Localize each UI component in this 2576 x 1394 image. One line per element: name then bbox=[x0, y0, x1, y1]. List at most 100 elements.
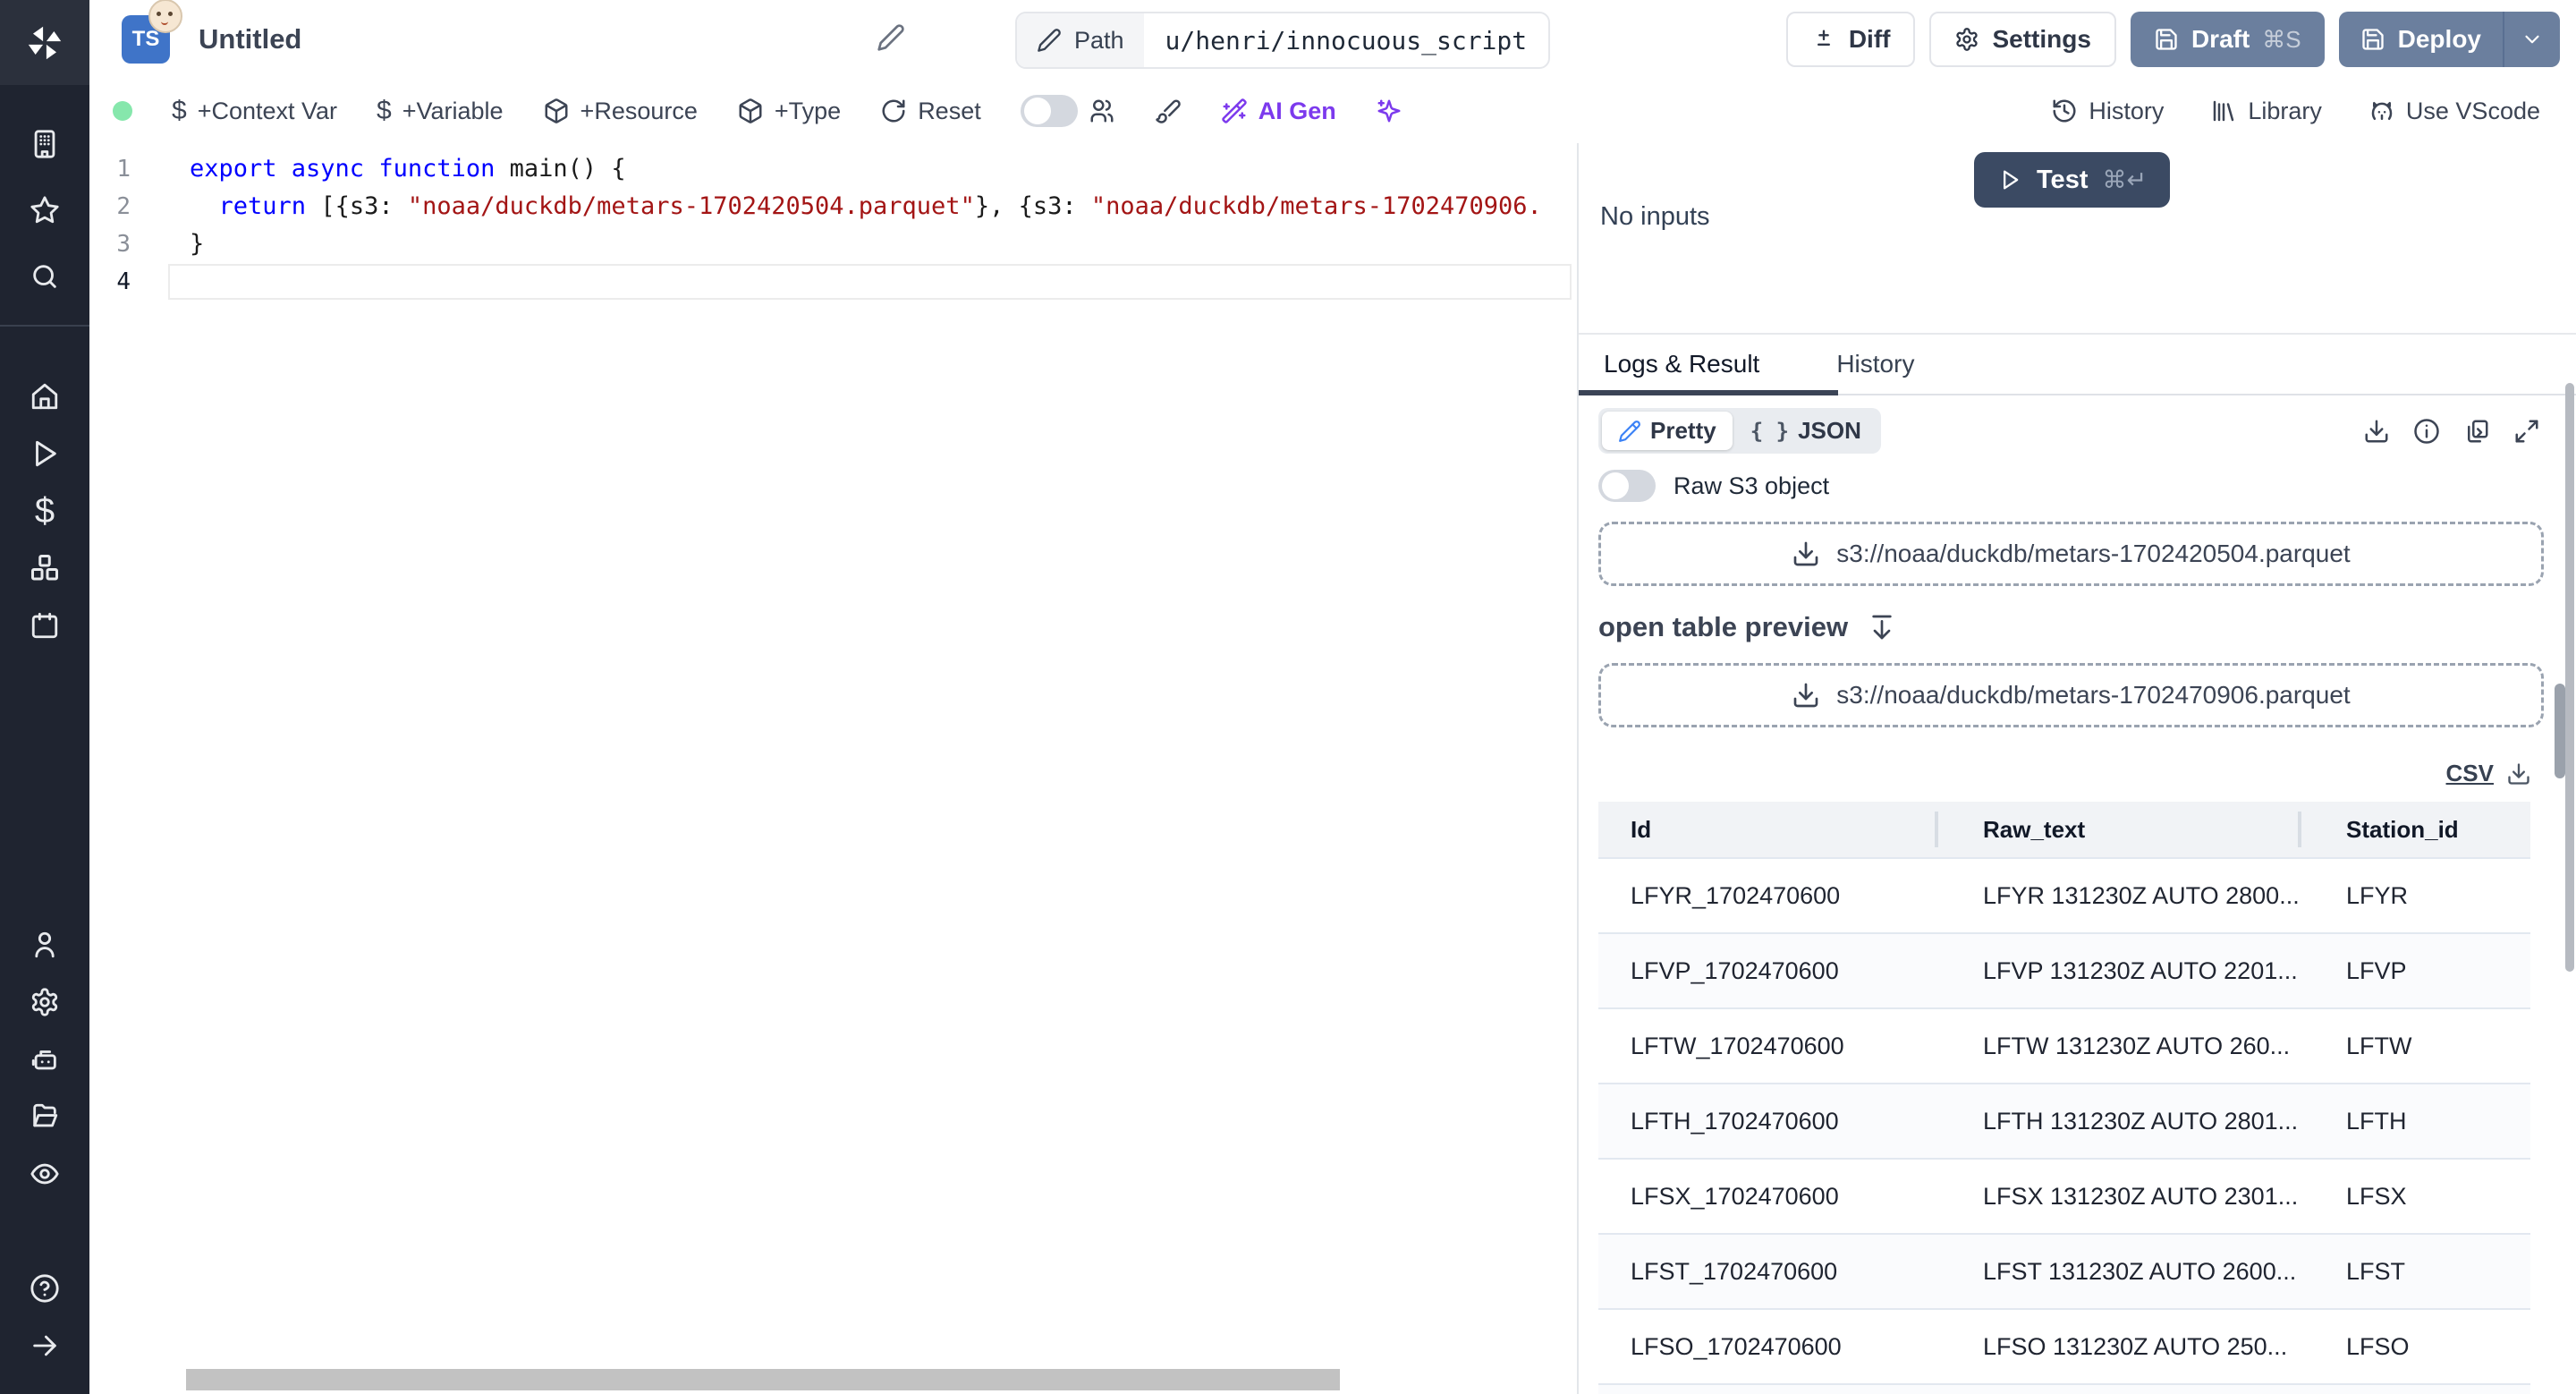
table-row[interactable]: LFVP_1702470600 LFVP 131230Z AUTO 2201...… bbox=[1598, 932, 2530, 1008]
download-icon bbox=[1793, 541, 1818, 566]
brush-icon bbox=[1155, 99, 1181, 123]
reset-button[interactable]: Reset bbox=[880, 98, 981, 125]
open-table-preview-button[interactable]: open table preview bbox=[1598, 611, 2544, 643]
code-line[interactable]: 3} bbox=[89, 225, 1577, 263]
home-icon[interactable] bbox=[0, 368, 89, 425]
editor-horizontal-scrollbar[interactable] bbox=[186, 1369, 1340, 1390]
fullscreen-icon[interactable] bbox=[2513, 418, 2540, 445]
sparkles-icon bbox=[1377, 99, 1401, 123]
search-icon[interactable] bbox=[0, 248, 89, 305]
add-variable-button[interactable]: $ +Variable bbox=[377, 96, 504, 126]
favorites-icon[interactable] bbox=[0, 182, 89, 239]
settings-gear-icon[interactable] bbox=[0, 973, 89, 1031]
result-table-body: LFYR_1702470600 LFYR 131230Z AUTO 2800...… bbox=[1598, 857, 2530, 1394]
workers-bot-icon[interactable] bbox=[0, 1031, 89, 1088]
diff-button[interactable]: Diff bbox=[1785, 12, 1916, 67]
table-row[interactable]: LFSO_1702470600 LFSO 131230Z AUTO 250... L… bbox=[1598, 1308, 2530, 1384]
download-icon bbox=[1793, 683, 1818, 708]
windmill-logo[interactable] bbox=[0, 0, 89, 85]
history-button[interactable]: History bbox=[2051, 98, 2164, 125]
folders-icon[interactable] bbox=[0, 1088, 89, 1145]
test-shortcut: ⌘↵ bbox=[2102, 166, 2148, 193]
pen-icon bbox=[1619, 420, 1640, 442]
table-row[interactable]: LFYR_1702470600 LFYR 131230Z AUTO 2800...… bbox=[1598, 857, 2530, 933]
table-row[interactable]: LFTW_1702470600 LFTW 131230Z AUTO 260... L… bbox=[1598, 1007, 2530, 1084]
library-icon bbox=[2214, 100, 2234, 122]
table-row[interactable]: LFST_1702470600 LFST 131230Z AUTO 2600...… bbox=[1598, 1233, 2530, 1309]
info-icon[interactable] bbox=[2413, 418, 2440, 445]
windmill-script-editor: $ TS Untitled Path u/henri/innocuous_scr… bbox=[0, 0, 2576, 1394]
diff-icon bbox=[1817, 30, 1830, 46]
path-label: Path bbox=[1074, 26, 1124, 54]
line-number: 1 bbox=[116, 156, 131, 183]
raw-s3-toggle[interactable] bbox=[1598, 470, 1656, 502]
edit-summary-pencil-icon[interactable] bbox=[877, 23, 905, 52]
deploy-button-group: Deploy bbox=[2338, 12, 2560, 67]
reset-icon bbox=[882, 99, 905, 123]
table-header-row: Id Raw_text Station_id bbox=[1598, 802, 2530, 858]
pretty-json-segmented-control: Pretty { } JSON bbox=[1598, 408, 1881, 454]
help-icon[interactable] bbox=[0, 1260, 89, 1317]
edit-path-pencil-icon bbox=[1038, 29, 1061, 52]
pretty-option[interactable]: Pretty bbox=[1602, 412, 1733, 450]
draft-button[interactable]: Draft ⌘S bbox=[2130, 12, 2325, 67]
tab-logs-result[interactable]: Logs & Result bbox=[1579, 335, 1839, 395]
logs-result-content: Pretty { } JSON Raw S3 object s3://noaa/… bbox=[1579, 395, 2563, 1394]
ai-gen-button[interactable]: AI Gen bbox=[1221, 98, 1336, 125]
audit-eye-icon[interactable] bbox=[0, 1145, 89, 1203]
deploy-button[interactable]: Deploy bbox=[2339, 12, 2503, 67]
draft-shortcut: ⌘S bbox=[2262, 25, 2301, 53]
resources-icon[interactable] bbox=[0, 540, 89, 597]
s3-file-download-1[interactable]: s3://noaa/duckdb/metars-1702420504.parqu… bbox=[1598, 522, 2544, 586]
add-resource-button[interactable]: +Resource bbox=[543, 98, 698, 125]
column-header-raw-text[interactable]: Raw_text bbox=[1935, 802, 2314, 858]
json-option[interactable]: { } JSON bbox=[1734, 412, 1877, 450]
add-context-var-button[interactable]: $ +Context Var bbox=[172, 96, 337, 126]
code-line[interactable]: 2 return [{s3: "noaa/duckdb/metars-17024… bbox=[89, 188, 1577, 225]
run-panel: Test ⌘↵ No inputs Logs & Result History … bbox=[1577, 143, 2576, 1394]
download-result-icon[interactable] bbox=[2363, 418, 2390, 445]
library-button[interactable]: Library bbox=[2210, 98, 2322, 125]
runs-icon[interactable] bbox=[0, 425, 89, 482]
play-icon bbox=[2004, 170, 2019, 190]
tab-history[interactable]: History bbox=[1811, 335, 1939, 394]
s3-file-download-2[interactable]: s3://noaa/duckdb/metars-1702470906.parqu… bbox=[1598, 663, 2544, 727]
sparkles-icon-button[interactable] bbox=[1376, 98, 1402, 124]
user-icon[interactable] bbox=[0, 916, 89, 973]
status-dot bbox=[113, 101, 132, 121]
test-button[interactable]: Test ⌘↵ bbox=[1974, 152, 2171, 208]
column-header-station-id[interactable]: Station_id bbox=[2298, 802, 2530, 858]
vscode-icon bbox=[2371, 102, 2393, 120]
table-row[interactable]: LFTH_1702470600 LFTH 131230Z AUTO 2801...… bbox=[1598, 1083, 2530, 1159]
deploy-dropdown-button[interactable] bbox=[2504, 12, 2560, 67]
expand-sidebar-icon[interactable] bbox=[0, 1317, 89, 1374]
multiplayer-toggle[interactable] bbox=[1020, 95, 1115, 127]
add-type-button[interactable]: +Type bbox=[737, 98, 841, 125]
variables-icon[interactable]: $ bbox=[0, 482, 89, 540]
table-row[interactable]: LFSX_1702470600 LFSX 131230Z AUTO 2301...… bbox=[1598, 1158, 2530, 1234]
path-field[interactable]: Path u/henri/innocuous_script bbox=[1015, 12, 1551, 69]
table-scrollbar[interactable] bbox=[2555, 684, 2565, 778]
magic-wand-icon bbox=[1222, 98, 1247, 123]
column-header-id[interactable]: Id bbox=[1598, 802, 1951, 858]
no-inputs-text: No inputs bbox=[1600, 202, 1710, 231]
panel-scrollbar[interactable] bbox=[2565, 383, 2574, 972]
code-line[interactable]: 1 export async function main() { bbox=[89, 150, 1577, 188]
copy-icon[interactable] bbox=[2463, 418, 2490, 445]
typescript-badge: TS bbox=[122, 0, 182, 64]
code-line[interactable]: 4 bbox=[89, 263, 1577, 301]
workspace-icon[interactable] bbox=[0, 115, 89, 173]
line-number: 4 bbox=[116, 268, 131, 295]
result-tabs: Logs & Result History bbox=[1579, 333, 2576, 395]
braces-icon: { } bbox=[1750, 418, 1790, 444]
raw-s3-label: Raw S3 object bbox=[1674, 472, 1830, 499]
settings-button[interactable]: Settings bbox=[1929, 12, 2116, 67]
code-editor[interactable]: 1 export async function main() {2 return … bbox=[89, 143, 1579, 1394]
schedules-icon[interactable] bbox=[0, 597, 89, 654]
path-value[interactable]: u/henri/innocuous_script bbox=[1144, 13, 1549, 67]
use-vscode-button[interactable]: Use VScode bbox=[2368, 98, 2540, 125]
format-button[interactable] bbox=[1155, 98, 1182, 124]
csv-download-link[interactable]: CSV bbox=[2446, 760, 2494, 787]
table-row[interactable]: LFSN_1702470600LFSN 131230Z AUTO 2100...… bbox=[1598, 1383, 2530, 1394]
download-icon[interactable] bbox=[2506, 761, 2531, 786]
